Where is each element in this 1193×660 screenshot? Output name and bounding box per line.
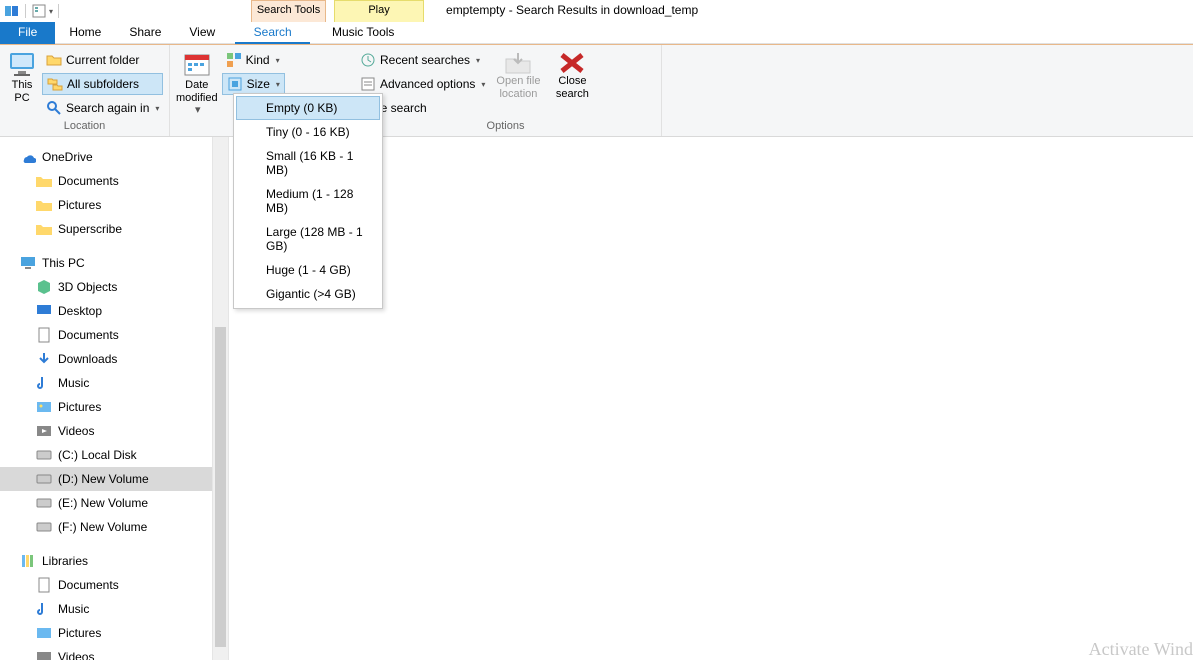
all-subfolders-button[interactable]: All subfolders [42, 73, 163, 95]
videos-icon [36, 649, 52, 660]
folder-icon [36, 221, 52, 237]
size-option-tiny[interactable]: Tiny (0 - 16 KB) [236, 120, 380, 144]
properties-icon[interactable] [31, 3, 47, 19]
explorer-icon [4, 3, 20, 19]
current-folder-button[interactable]: Current folder [42, 49, 163, 71]
scrollbar-thumb[interactable] [215, 327, 226, 647]
monitor-icon [6, 51, 38, 79]
subfolders-icon [47, 76, 63, 92]
disk-icon [36, 447, 52, 463]
size-button[interactable]: Size ▾ [222, 73, 285, 95]
group-label-location: Location [6, 120, 163, 134]
disk-icon [36, 471, 52, 487]
context-tab-search-tools[interactable]: Search Tools [251, 0, 326, 22]
advanced-icon [360, 76, 376, 92]
nav-item[interactable]: Downloads [0, 347, 212, 371]
tab-file[interactable]: File [0, 22, 55, 44]
context-tab-play[interactable]: Play [334, 0, 424, 22]
search-again-in-button[interactable]: Search again in ▾ [42, 97, 163, 119]
size-icon [227, 76, 243, 92]
tab-view[interactable]: View [175, 22, 229, 44]
documents-icon [36, 577, 52, 593]
cube-icon [36, 279, 52, 295]
close-icon [556, 51, 588, 75]
folder-icon [46, 52, 62, 68]
separator [58, 4, 59, 18]
nav-item[interactable]: Desktop [0, 299, 212, 323]
advanced-options-button[interactable]: Advanced options ▾ [356, 73, 489, 95]
nav-item[interactable]: (F:) New Volume [0, 515, 212, 539]
open-file-location-button: Open file location [493, 49, 543, 102]
tab-home[interactable]: Home [55, 22, 115, 44]
nav-item[interactable]: Videos [0, 419, 212, 443]
nav-item[interactable]: Superscribe [0, 217, 212, 241]
tab-music-tools[interactable]: Music Tools [318, 22, 408, 44]
size-dropdown-menu: Empty (0 KB) Tiny (0 - 16 KB) Small (16 … [233, 93, 383, 309]
kind-icon [226, 52, 242, 68]
close-search-button[interactable]: Close search [547, 49, 597, 102]
separator [25, 4, 26, 18]
this-pc-button[interactable]: This PC [6, 49, 38, 106]
nav-item[interactable]: Pictures [0, 193, 212, 217]
download-icon [36, 351, 52, 367]
window-title: emptempty - Search Results in download_t… [446, 0, 698, 17]
size-option-empty[interactable]: Empty (0 KB) [236, 96, 380, 120]
music-icon [36, 601, 52, 617]
nav-item[interactable]: Documents [0, 169, 212, 193]
disk-icon [36, 519, 52, 535]
cloud-icon [20, 149, 36, 165]
kind-button[interactable]: Kind ▾ [222, 49, 285, 71]
nav-item[interactable]: Pictures [0, 621, 212, 645]
disk-icon [36, 495, 52, 511]
tab-search[interactable]: Search [235, 22, 310, 44]
size-option-large[interactable]: Large (128 MB - 1 GB) [236, 220, 380, 258]
group-label-options: Options [356, 120, 655, 134]
monitor-icon [20, 255, 36, 271]
tab-share[interactable]: Share [115, 22, 175, 44]
recent-icon [360, 52, 376, 68]
nav-item[interactable]: Music [0, 597, 212, 621]
calendar-icon [181, 51, 213, 79]
documents-icon [36, 327, 52, 343]
open-location-icon [502, 51, 534, 75]
size-option-huge[interactable]: Huge (1 - 4 GB) [236, 258, 380, 282]
pictures-icon [36, 625, 52, 641]
nav-item[interactable]: Documents [0, 323, 212, 347]
libraries-icon [20, 553, 36, 569]
nav-item[interactable]: 3D Objects [0, 275, 212, 299]
nav-this-pc[interactable]: This PC [0, 251, 212, 275]
pictures-icon [36, 399, 52, 415]
videos-icon [36, 423, 52, 439]
music-icon [36, 375, 52, 391]
date-modified-button[interactable]: Date modified▾ [176, 49, 218, 119]
folder-icon [36, 197, 52, 213]
desktop-icon [36, 303, 52, 319]
size-option-small[interactable]: Small (16 KB - 1 MB) [236, 144, 380, 182]
navigation-pane: OneDrive Documents Pictures Superscribe … [0, 137, 212, 660]
size-option-gigantic[interactable]: Gigantic (>4 GB) [236, 282, 380, 306]
nav-item[interactable]: Pictures [0, 395, 212, 419]
nav-item[interactable]: Music [0, 371, 212, 395]
nav-onedrive[interactable]: OneDrive [0, 145, 212, 169]
nav-item[interactable]: Documents [0, 573, 212, 597]
recent-searches-button[interactable]: Recent searches ▾ [356, 49, 489, 71]
navpane-scrollbar[interactable] [212, 137, 229, 660]
activate-windows-watermark: Activate Wind [1089, 639, 1193, 660]
search-again-icon [46, 100, 62, 116]
size-option-medium[interactable]: Medium (1 - 128 MB) [236, 182, 380, 220]
nav-item-selected[interactable]: (D:) New Volume [0, 467, 212, 491]
qat-dropdown-icon[interactable]: ▾ [49, 7, 53, 16]
nav-item[interactable]: Videos [0, 645, 212, 660]
nav-item[interactable]: (C:) Local Disk [0, 443, 212, 467]
nav-item[interactable]: (E:) New Volume [0, 491, 212, 515]
folder-icon [36, 173, 52, 189]
nav-libraries[interactable]: Libraries [0, 549, 212, 573]
